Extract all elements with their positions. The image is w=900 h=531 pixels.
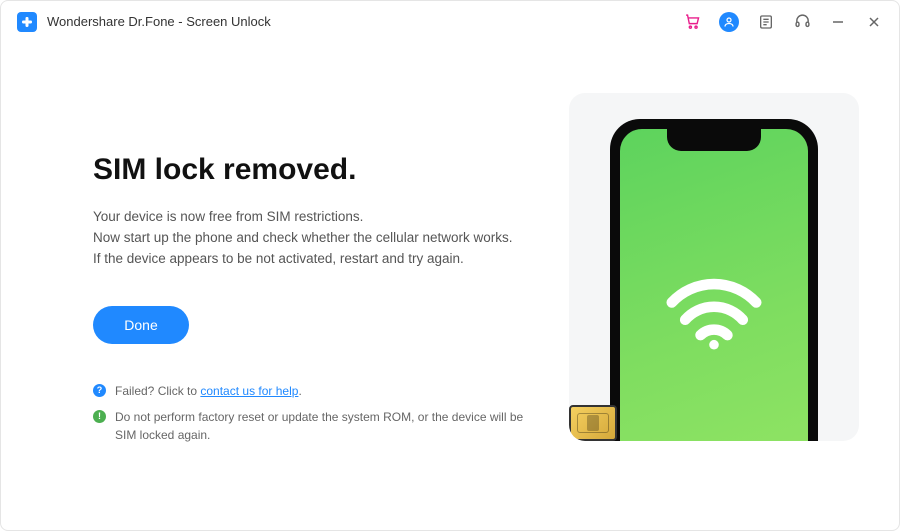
account-icon[interactable] (719, 12, 739, 32)
help-text: Failed? Click to contact us for help. (115, 382, 302, 400)
wifi-icon (666, 278, 762, 350)
body-line: Now start up the phone and check whether… (93, 228, 529, 249)
warning-note: ! Do not perform factory reset or update… (93, 408, 529, 444)
phone-illustration (610, 119, 818, 441)
phone-notch (667, 129, 761, 151)
feedback-icon[interactable] (757, 13, 775, 31)
help-icon: ? (93, 384, 106, 397)
cart-icon[interactable] (683, 13, 701, 31)
warning-icon: ! (93, 410, 106, 423)
help-note: ? Failed? Click to contact us for help. (93, 382, 529, 400)
sim-chip-icon (569, 405, 617, 441)
notes-section: ? Failed? Click to contact us for help. … (93, 362, 529, 452)
close-button[interactable] (865, 13, 883, 31)
done-button[interactable]: Done (93, 306, 189, 344)
titlebar: Wondershare Dr.Fone - Screen Unlock (1, 1, 899, 43)
body-text: Your device is now free from SIM restric… (93, 207, 529, 270)
body-line: Your device is now free from SIM restric… (93, 207, 529, 228)
illustration-stage (569, 93, 859, 441)
minimize-button[interactable] (829, 13, 847, 31)
main-content: SIM lock removed. Your device is now fre… (1, 43, 899, 530)
titlebar-controls (683, 12, 883, 32)
contact-link[interactable]: contact us for help (200, 384, 298, 398)
app-title: Wondershare Dr.Fone - Screen Unlock (47, 14, 271, 29)
support-icon[interactable] (793, 13, 811, 31)
phone-screen (620, 129, 808, 441)
plus-icon (21, 16, 33, 28)
page-heading: SIM lock removed. (93, 153, 529, 187)
left-panel: SIM lock removed. Your device is now fre… (1, 93, 569, 530)
right-panel (569, 93, 899, 530)
app-logo (17, 12, 37, 32)
body-line: If the device appears to be not activate… (93, 249, 529, 270)
warning-text: Do not perform factory reset or update t… (115, 408, 529, 444)
